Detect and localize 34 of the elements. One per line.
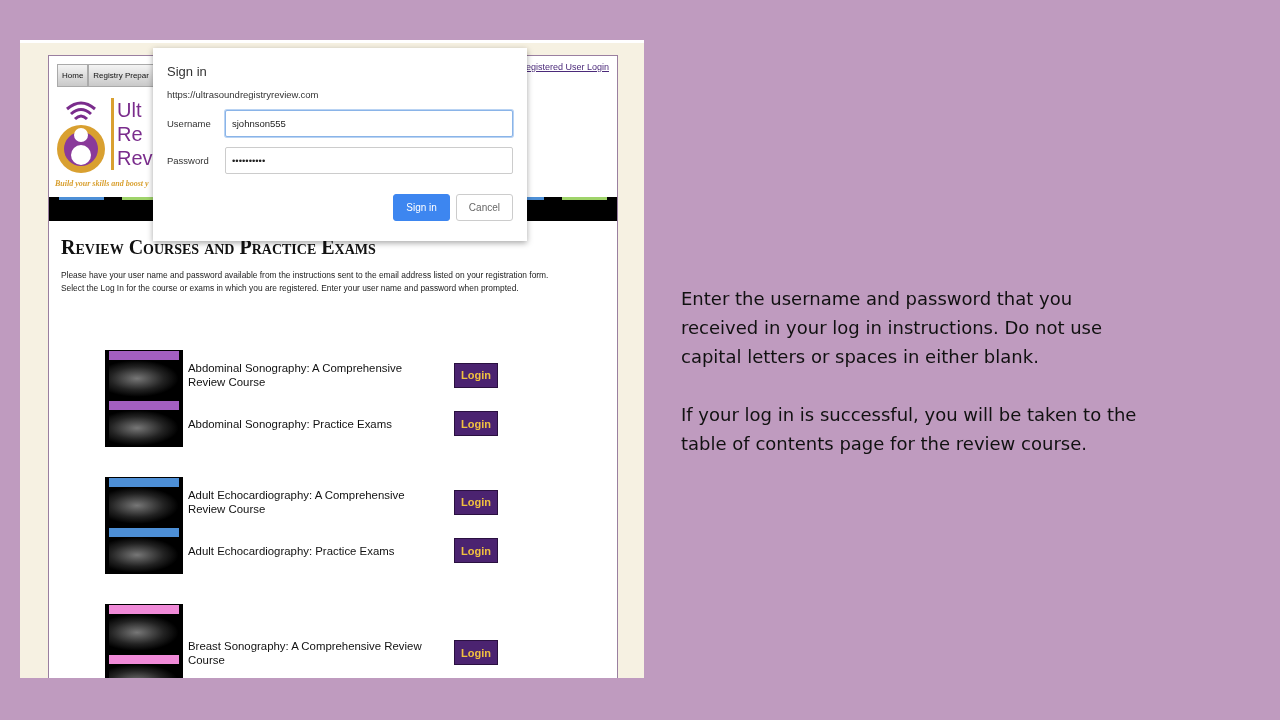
ultrasound-scan (109, 536, 179, 573)
instructions-text: Please have your user name and password available from the instructions sent to the email address listed on your registration form. Select the Log In for the course or exams in which you are registered. Enter your user name and password when prompted. (61, 269, 550, 295)
ultrasound-scan (109, 487, 179, 524)
sign-in-button[interactable]: Sign in (393, 194, 450, 221)
cancel-button[interactable]: Cancel (455, 194, 513, 221)
nav-tab[interactable]: Home (57, 64, 89, 87)
ultrasound-scan (109, 409, 179, 446)
dialog-title: Sign in (167, 64, 208, 79)
course-title: Abdominal Sonography: A Comprehensive Review Course (188, 361, 404, 389)
logo-text: Ult (117, 98, 143, 122)
course-title: Breast Sonography: A Comprehensive Review Course (188, 638, 423, 667)
page-heading: Review Courses and Practice Exams (61, 236, 377, 259)
field-label: Username (167, 118, 212, 129)
ultrasound-scan (109, 614, 179, 651)
site-address: https://ultrasoundregistryreview.com (167, 89, 320, 100)
login-button[interactable]: Login (454, 538, 498, 563)
login-link[interactable]: egistered User Login (525, 62, 609, 72)
slide-paragraph: If your log in is successful, you will be taken to the table of contents page for the review course. (681, 403, 1138, 456)
login-button[interactable]: Login (454, 362, 498, 388)
logo-text: Re (117, 122, 144, 146)
text-field[interactable]: sjohnson555 (225, 110, 513, 137)
login-button[interactable]: Login (454, 489, 498, 515)
tagline: Build your skills and boost y (55, 179, 150, 188)
text-field[interactable]: •••••••••• (225, 147, 513, 174)
logo-text: Rev (117, 146, 153, 170)
course-title: Adult Echocardiography: Practice Exams (188, 543, 396, 558)
login-button[interactable]: Login (454, 640, 498, 665)
field-label: Password (167, 155, 210, 166)
ultrasound-scan (109, 360, 179, 397)
slide-paragraph: Enter the username and password that you received in your log in instructions. Do not use capital letters or spaces in either blank. (681, 287, 1104, 369)
course-title: Abdominal Sonography: Practice Exams (188, 416, 393, 431)
login-button[interactable]: Login (454, 411, 498, 436)
nav-tab[interactable]: Registry Prepar (88, 64, 154, 87)
course-title: Adult Echocardiography: A Comprehensive Review Course (188, 488, 406, 516)
